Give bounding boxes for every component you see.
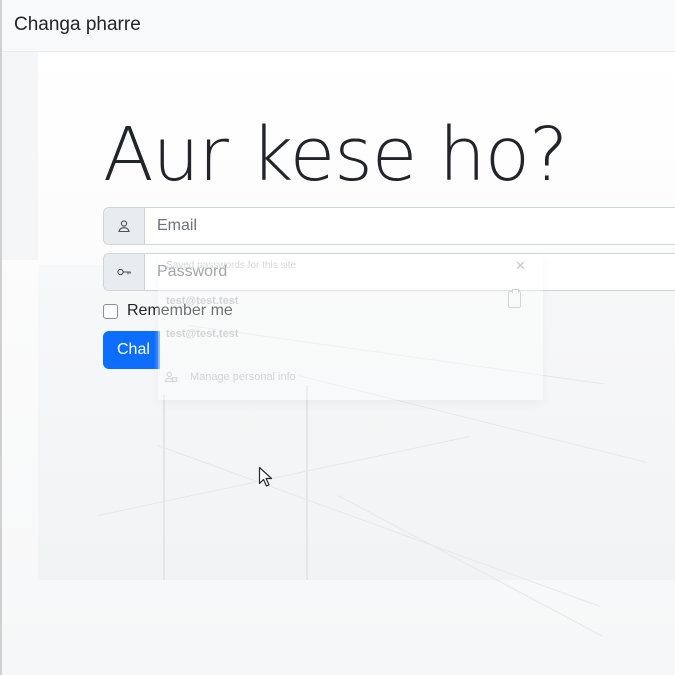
app-title[interactable]: Changa pharre bbox=[14, 14, 141, 36]
autofill-item[interactable]: test@test.test bbox=[166, 328, 238, 340]
manage-label: Manage personal info bbox=[190, 371, 296, 383]
email-field[interactable] bbox=[145, 208, 675, 244]
manage-personal-info[interactable]: Manage personal info bbox=[164, 370, 296, 384]
close-icon[interactable]: ✕ bbox=[515, 258, 526, 274]
key-icon bbox=[104, 254, 145, 290]
background-strip bbox=[2, 52, 38, 260]
person-card-icon bbox=[164, 371, 178, 382]
mouse-cursor-icon bbox=[258, 466, 273, 487]
autofill-header: Saved passwords for this site bbox=[166, 260, 297, 271]
remember-checkbox[interactable] bbox=[103, 303, 118, 319]
autofill-popup: Saved passwords for this site ✕ test@tes… bbox=[158, 255, 543, 400]
navbar: Changa pharre bbox=[0, 0, 675, 52]
user-icon bbox=[104, 208, 145, 244]
clipboard-icon[interactable] bbox=[508, 289, 521, 308]
page-heading: Aur kese ho? bbox=[103, 112, 568, 198]
email-input-group bbox=[103, 207, 675, 245]
submit-button[interactable]: Chal bbox=[103, 331, 160, 369]
autofill-item[interactable]: test@test.test bbox=[166, 295, 238, 307]
